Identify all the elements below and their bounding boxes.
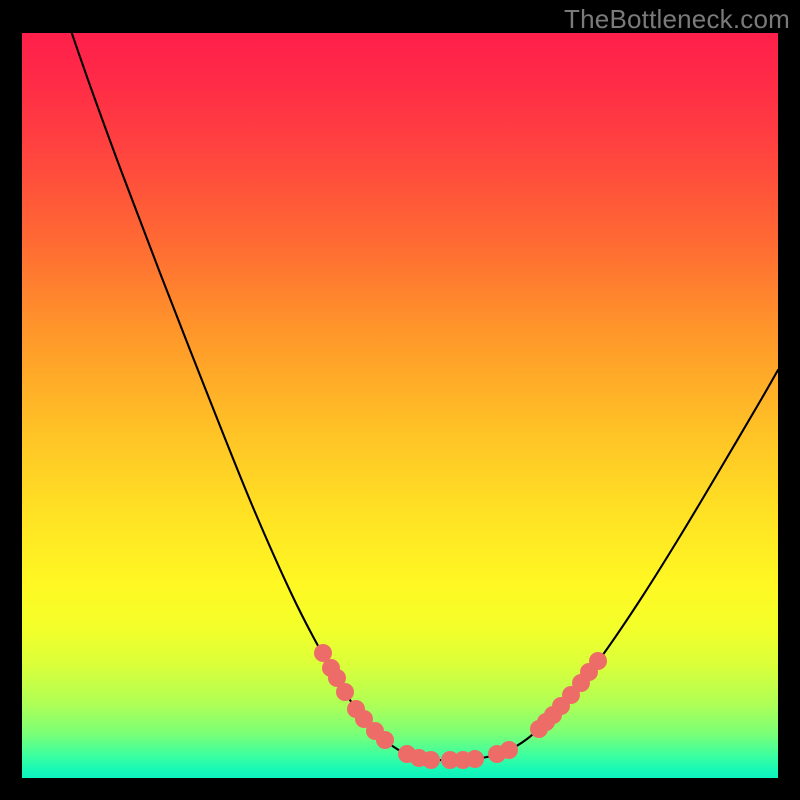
data-dot [589,652,607,670]
data-dot [422,751,440,769]
data-dot [376,731,394,749]
watermark-text: TheBottleneck.com [564,4,790,35]
data-dots-group [314,644,607,769]
data-dot [466,750,484,768]
bottleneck-curve [70,33,778,760]
plot-area [22,33,778,778]
data-dot [500,741,518,759]
chart-frame: TheBottleneck.com [0,0,800,800]
data-dot [336,683,354,701]
curve-svg [22,33,778,778]
